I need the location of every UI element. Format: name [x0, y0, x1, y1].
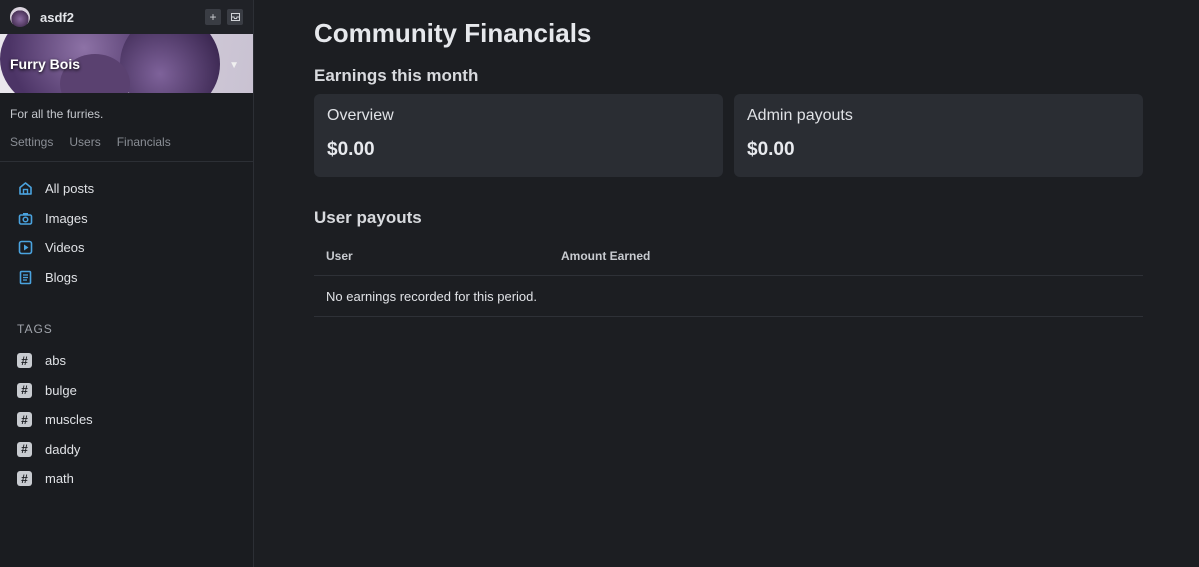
user-payouts-heading: User payouts	[314, 208, 422, 227]
tag-item-abs[interactable]: # abs	[0, 346, 253, 376]
tag-label: daddy	[45, 441, 81, 457]
hashtag-icon: #	[17, 471, 32, 487]
column-header-user: User	[326, 249, 353, 263]
camera-icon	[17, 210, 33, 226]
community-description: For all the furries.	[10, 107, 104, 121]
tag-label: bulge	[45, 382, 77, 398]
sidebar: asdf2 + Furry Bois ▼ For all the furries…	[0, 0, 254, 567]
card-value: $0.00	[747, 139, 795, 160]
table-empty-row: No earnings recorded for this period.	[314, 276, 1143, 317]
tag-item-math[interactable]: # math	[0, 464, 253, 494]
tag-item-muscles[interactable]: # muscles	[0, 405, 253, 435]
tag-label: abs	[45, 353, 66, 369]
home-icon	[17, 181, 33, 197]
hashtag-icon: #	[17, 412, 32, 428]
play-icon	[17, 240, 33, 256]
chevron-down-icon[interactable]: ▼	[229, 60, 239, 71]
post-type-nav: All posts Images Videos Blogs	[0, 162, 253, 292]
nav-item-label: Blogs	[45, 269, 78, 285]
nav-item-blogs[interactable]: Blogs	[0, 263, 253, 293]
card-title: Overview	[327, 107, 394, 124]
user-payouts-table: User Amount Earned No earnings recorded …	[314, 237, 1143, 317]
community-tabs: Settings Users Financials	[0, 121, 253, 162]
hashtag-icon: #	[17, 353, 32, 369]
page-title: Community Financials	[314, 18, 592, 48]
tag-label: math	[45, 471, 74, 487]
tag-label: muscles	[45, 412, 93, 428]
tab-financials[interactable]: Financials	[117, 135, 171, 149]
nav-item-images[interactable]: Images	[0, 204, 253, 234]
card-title: Admin payouts	[747, 107, 853, 124]
nav-item-label: Videos	[45, 240, 85, 256]
community-name: Furry Bois	[10, 56, 81, 72]
nav-item-videos[interactable]: Videos	[0, 233, 253, 263]
earnings-heading: Earnings this month	[314, 66, 479, 85]
tag-item-bulge[interactable]: # bulge	[0, 376, 253, 406]
nav-item-label: All posts	[45, 181, 95, 197]
tab-settings[interactable]: Settings	[10, 135, 53, 149]
tags-heading: TAGS	[17, 322, 53, 336]
column-header-amount: Amount Earned	[561, 249, 651, 263]
community-banner[interactable]: Furry Bois ▼	[0, 34, 253, 93]
inbox-icon[interactable]	[227, 9, 243, 25]
document-icon	[17, 269, 33, 285]
card-value: $0.00	[327, 139, 375, 160]
tag-item-daddy[interactable]: # daddy	[0, 435, 253, 465]
nav-item-label: Images	[45, 210, 88, 226]
table-header: User Amount Earned	[314, 237, 1143, 276]
top-bar: asdf2 +	[0, 0, 253, 34]
plus-icon[interactable]: +	[205, 9, 221, 25]
tab-users[interactable]: Users	[69, 135, 100, 149]
hashtag-icon: #	[17, 382, 32, 398]
nav-item-all-posts[interactable]: All posts	[0, 174, 253, 204]
admin-payouts-card: Admin payouts $0.00	[734, 94, 1143, 177]
hashtag-icon: #	[17, 441, 32, 457]
user-avatar[interactable]	[10, 7, 30, 27]
tags-list: # abs # bulge # muscles # daddy # math	[0, 346, 253, 494]
overview-card: Overview $0.00	[314, 94, 723, 177]
username[interactable]: asdf2	[40, 10, 199, 25]
